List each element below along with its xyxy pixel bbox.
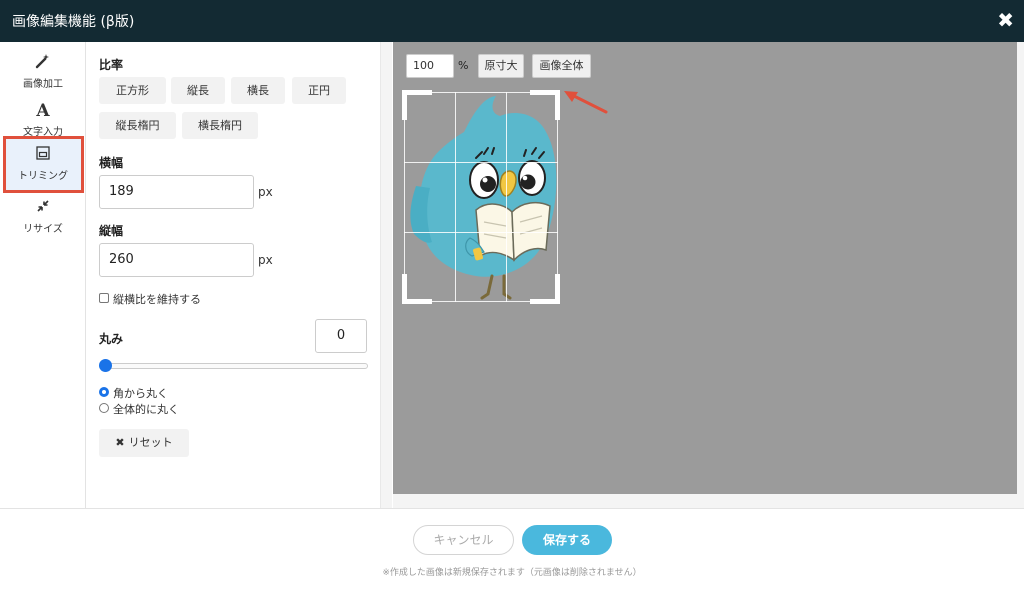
ratio-label: 比率 xyxy=(99,58,124,72)
original-size-button[interactable]: 原寸大 xyxy=(478,54,524,78)
reset-label: リセット xyxy=(128,436,173,449)
close-icon: ✖ xyxy=(115,436,125,449)
rounding-slider-thumb[interactable] xyxy=(99,359,112,372)
round-overall-label: 全体的に丸く xyxy=(113,403,179,416)
canvas-scrollbar-vertical[interactable] xyxy=(1017,42,1024,508)
height-label: 縦幅 xyxy=(99,224,124,238)
save-button[interactable]: 保存する xyxy=(522,525,612,555)
crop-grid-line xyxy=(404,92,405,302)
crop-grid-line xyxy=(455,92,456,302)
width-input[interactable]: 189 xyxy=(99,175,254,209)
zoom-input[interactable]: 100 xyxy=(406,54,454,78)
keep-ratio-checkbox[interactable] xyxy=(99,293,109,303)
magic-wand-icon xyxy=(3,53,83,73)
rounding-label: 丸み xyxy=(99,332,124,346)
crop-frame[interactable] xyxy=(402,90,560,304)
close-icon[interactable]: ✖ xyxy=(997,8,1014,32)
crop-grid-line xyxy=(404,232,558,233)
width-unit: px xyxy=(258,185,273,199)
round-overall-radio[interactable] xyxy=(99,403,109,413)
window-title: 画像編集機能 (β版) xyxy=(12,14,135,30)
height-unit: px xyxy=(258,253,273,267)
annotation-arrow-icon xyxy=(564,91,608,114)
round-from-corner-radio[interactable] xyxy=(99,387,109,397)
nav-item-resize[interactable]: リサイズ xyxy=(3,192,83,244)
crop-handle-top-left[interactable] xyxy=(402,90,407,120)
rounding-slider-track[interactable] xyxy=(100,363,368,369)
crop-grid-line xyxy=(404,162,558,163)
crop-handle-bottom-right[interactable] xyxy=(555,274,560,304)
ratio-portrait-ellipse-button[interactable]: 縦長楕円 xyxy=(99,112,176,139)
crop-grid-line xyxy=(557,92,558,302)
nav-item-label: 画像加工 xyxy=(23,79,63,90)
ratio-landscape-ellipse-button[interactable]: 横長楕円 xyxy=(182,112,258,139)
keep-ratio-label: 縦横比を維持する xyxy=(113,293,201,306)
crop-grid-line xyxy=(506,92,507,302)
text-a-icon: A xyxy=(36,101,50,121)
ratio-landscape-button[interactable]: 横長 xyxy=(231,77,285,104)
annotation-highlight-box xyxy=(3,136,84,193)
title-bar: 画像編集機能 (β版) ✖ xyxy=(0,0,1024,42)
fit-image-button[interactable]: 画像全体 xyxy=(532,54,591,78)
panel-scrollbar[interactable] xyxy=(380,42,392,508)
save-note: ※作成した画像は新規保存されます（元画像は削除されません） xyxy=(382,568,642,578)
ratio-square-button[interactable]: 正方形 xyxy=(99,77,166,104)
canvas-scrollbar-horizontal[interactable] xyxy=(393,494,1017,508)
nav-item-image-processing[interactable]: 画像加工 xyxy=(3,47,83,99)
zoom-unit: % xyxy=(458,59,469,72)
width-label: 横幅 xyxy=(99,156,124,170)
cancel-button[interactable]: キャンセル xyxy=(413,525,514,555)
crop-handle-bottom-left[interactable] xyxy=(402,274,407,304)
reset-button[interactable]: ✖ リセット xyxy=(99,429,189,457)
rounding-value-input[interactable]: 0 xyxy=(315,319,367,353)
ratio-circle-button[interactable]: 正円 xyxy=(292,77,346,104)
round-from-corner-label: 角から丸く xyxy=(113,387,168,400)
ratio-portrait-button[interactable]: 縦長 xyxy=(171,77,225,104)
height-input[interactable]: 260 xyxy=(99,243,254,277)
resize-arrows-icon xyxy=(3,198,83,218)
dialog-footer xyxy=(0,508,1024,591)
nav-item-label: リサイズ xyxy=(23,224,63,235)
